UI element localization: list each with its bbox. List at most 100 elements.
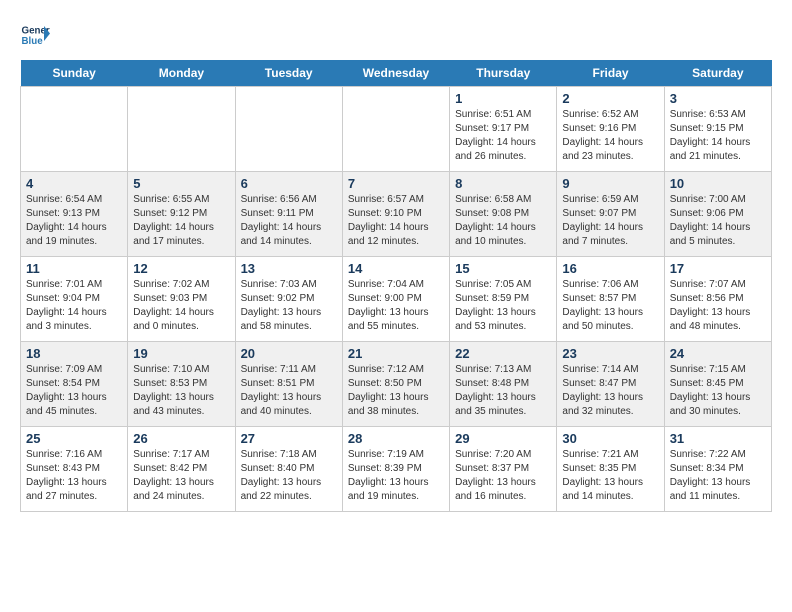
calendar-cell: 7Sunrise: 6:57 AMSunset: 9:10 PMDaylight… [342, 172, 449, 257]
day-number: 15 [455, 261, 551, 276]
day-info: Sunrise: 7:16 AMSunset: 8:43 PMDaylight:… [26, 448, 122, 504]
week-row-1: 1 Sunrise: 6:51 AMSunset: 9:17 PMDaylight… [21, 87, 772, 172]
calendar-cell: 13 Sunrise: 7:03 AMSunset: 9:02 PMDayligh… [235, 257, 342, 342]
day-number: 8 [455, 176, 551, 191]
day-number: 26 [133, 431, 229, 446]
header-row: SundayMondayTuesdayWednesdayThursdayFrid… [21, 60, 772, 87]
day-number: 16 [562, 261, 658, 276]
calendar-cell: 21 Sunrise: 7:12 AMSunset: 8:50 PMDayligh… [342, 342, 449, 427]
calendar-table: SundayMondayTuesdayWednesdayThursdayFrid… [20, 60, 772, 512]
calendar-cell: 28Sunrise: 7:19 AMSunset: 8:39 PMDayligh… [342, 427, 449, 512]
day-number: 18 [26, 346, 122, 361]
day-number: 10 [670, 176, 766, 191]
calendar-cell: 29 Sunrise: 7:20 AMSunset: 8:37 PMDayligh… [450, 427, 557, 512]
day-info: Sunrise: 6:54 AMSunset: 9:13 PMDaylight:… [26, 193, 122, 249]
day-info: Sunrise: 7:18 AMSunset: 8:40 PMDaylight:… [241, 448, 337, 504]
day-number: 24 [670, 346, 766, 361]
day-info: Sunrise: 7:12 AMSunset: 8:50 PMDaylight:… [348, 363, 444, 419]
day-info: Sunrise: 7:02 AMSunset: 9:03 PMDaylight:… [133, 278, 229, 334]
day-info: Sunrise: 7:20 AMSunset: 8:37 PMDaylight:… [455, 448, 551, 504]
day-info: Sunrise: 7:17 AMSunset: 8:42 PMDaylight:… [133, 448, 229, 504]
day-info: Sunrise: 7:21 AMSunset: 8:35 PMDaylight:… [562, 448, 658, 504]
day-info: Sunrise: 6:55 AMSunset: 9:12 PMDaylight:… [133, 193, 229, 249]
day-number: 25 [26, 431, 122, 446]
calendar-cell: 1 Sunrise: 6:51 AMSunset: 9:17 PMDaylight… [450, 87, 557, 172]
day-info: Sunrise: 7:15 AMSunset: 8:45 PMDaylight:… [670, 363, 766, 419]
day-number: 5 [133, 176, 229, 191]
calendar-cell: 20 Sunrise: 7:11 AMSunset: 8:51 PMDayligh… [235, 342, 342, 427]
calendar-cell: 26 Sunrise: 7:17 AMSunset: 8:42 PMDayligh… [128, 427, 235, 512]
day-header-saturday: Saturday [664, 60, 771, 87]
day-info: Sunrise: 7:09 AMSunset: 8:54 PMDaylight:… [26, 363, 122, 419]
day-number: 17 [670, 261, 766, 276]
calendar-cell: 15 Sunrise: 7:05 AMSunset: 8:59 PMDayligh… [450, 257, 557, 342]
calendar-cell: 27 Sunrise: 7:18 AMSunset: 8:40 PMDayligh… [235, 427, 342, 512]
day-header-tuesday: Tuesday [235, 60, 342, 87]
day-number: 23 [562, 346, 658, 361]
day-number: 13 [241, 261, 337, 276]
calendar-cell: 14 Sunrise: 7:04 AMSunset: 9:00 PMDayligh… [342, 257, 449, 342]
day-number: 31 [670, 431, 766, 446]
day-number: 11 [26, 261, 122, 276]
day-info: Sunrise: 6:51 AMSunset: 9:17 PMDaylight:… [455, 108, 551, 164]
logo-icon: General Blue [20, 20, 50, 50]
calendar-cell: 2 Sunrise: 6:52 AMSunset: 9:16 PMDaylight… [557, 87, 664, 172]
calendar-cell: 31 Sunrise: 7:22 AMSunset: 8:34 PMDayligh… [664, 427, 771, 512]
page-header: General Blue [20, 20, 772, 50]
day-header-wednesday: Wednesday [342, 60, 449, 87]
day-info: Sunrise: 7:04 AMSunset: 9:00 PMDaylight:… [348, 278, 444, 334]
day-number: 29 [455, 431, 551, 446]
calendar-cell: 3 Sunrise: 6:53 AMSunset: 9:15 PMDaylight… [664, 87, 771, 172]
calendar-cell: 8 Sunrise: 6:58 AMSunset: 9:08 PMDaylight… [450, 172, 557, 257]
calendar-cell [342, 87, 449, 172]
day-info: Sunrise: 6:53 AMSunset: 9:15 PMDaylight:… [670, 108, 766, 164]
calendar-cell: 16Sunrise: 7:06 AMSunset: 8:57 PMDayligh… [557, 257, 664, 342]
day-number: 27 [241, 431, 337, 446]
calendar-cell: 11 Sunrise: 7:01 AMSunset: 9:04 PMDayligh… [21, 257, 128, 342]
day-number: 2 [562, 91, 658, 106]
day-number: 4 [26, 176, 122, 191]
day-number: 9 [562, 176, 658, 191]
calendar-cell: 25 Sunrise: 7:16 AMSunset: 8:43 PMDayligh… [21, 427, 128, 512]
calendar-cell: 6Sunrise: 6:56 AMSunset: 9:11 PMDaylight… [235, 172, 342, 257]
calendar-cell: 9 Sunrise: 6:59 AMSunset: 9:07 PMDaylight… [557, 172, 664, 257]
day-number: 19 [133, 346, 229, 361]
calendar-cell [128, 87, 235, 172]
day-info: Sunrise: 7:03 AMSunset: 9:02 PMDaylight:… [241, 278, 337, 334]
day-number: 21 [348, 346, 444, 361]
day-info: Sunrise: 7:22 AMSunset: 8:34 PMDaylight:… [670, 448, 766, 504]
day-info: Sunrise: 7:19 AMSunset: 8:39 PMDaylight:… [348, 448, 444, 504]
day-info: Sunrise: 6:52 AMSunset: 9:16 PMDaylight:… [562, 108, 658, 164]
calendar-cell: 22Sunrise: 7:13 AMSunset: 8:48 PMDayligh… [450, 342, 557, 427]
calendar-cell: 5 Sunrise: 6:55 AMSunset: 9:12 PMDaylight… [128, 172, 235, 257]
day-info: Sunrise: 7:01 AMSunset: 9:04 PMDaylight:… [26, 278, 122, 334]
day-number: 1 [455, 91, 551, 106]
logo: General Blue [20, 20, 50, 50]
calendar-cell: 24 Sunrise: 7:15 AMSunset: 8:45 PMDayligh… [664, 342, 771, 427]
calendar-cell [21, 87, 128, 172]
day-number: 12 [133, 261, 229, 276]
day-header-monday: Monday [128, 60, 235, 87]
day-info: Sunrise: 7:05 AMSunset: 8:59 PMDaylight:… [455, 278, 551, 334]
day-info: Sunrise: 7:11 AMSunset: 8:51 PMDaylight:… [241, 363, 337, 419]
day-info: Sunrise: 6:57 AMSunset: 9:10 PMDaylight:… [348, 193, 444, 249]
week-row-4: 18 Sunrise: 7:09 AMSunset: 8:54 PMDayligh… [21, 342, 772, 427]
day-header-sunday: Sunday [21, 60, 128, 87]
day-number: 14 [348, 261, 444, 276]
day-header-thursday: Thursday [450, 60, 557, 87]
calendar-cell: 19Sunrise: 7:10 AMSunset: 8:53 PMDayligh… [128, 342, 235, 427]
day-info: Sunrise: 7:00 AMSunset: 9:06 PMDaylight:… [670, 193, 766, 249]
calendar-cell: 12 Sunrise: 7:02 AMSunset: 9:03 PMDayligh… [128, 257, 235, 342]
day-info: Sunrise: 7:14 AMSunset: 8:47 PMDaylight:… [562, 363, 658, 419]
calendar-cell: 30 Sunrise: 7:21 AMSunset: 8:35 PMDayligh… [557, 427, 664, 512]
calendar-cell: 10 Sunrise: 7:00 AMSunset: 9:06 PMDayligh… [664, 172, 771, 257]
day-number: 20 [241, 346, 337, 361]
day-number: 3 [670, 91, 766, 106]
calendar-cell: 4 Sunrise: 6:54 AMSunset: 9:13 PMDaylight… [21, 172, 128, 257]
calendar-cell [235, 87, 342, 172]
day-number: 30 [562, 431, 658, 446]
calendar-cell: 18 Sunrise: 7:09 AMSunset: 8:54 PMDayligh… [21, 342, 128, 427]
day-info: Sunrise: 6:58 AMSunset: 9:08 PMDaylight:… [455, 193, 551, 249]
svg-text:Blue: Blue [22, 36, 44, 47]
day-info: Sunrise: 6:59 AMSunset: 9:07 PMDaylight:… [562, 193, 658, 249]
